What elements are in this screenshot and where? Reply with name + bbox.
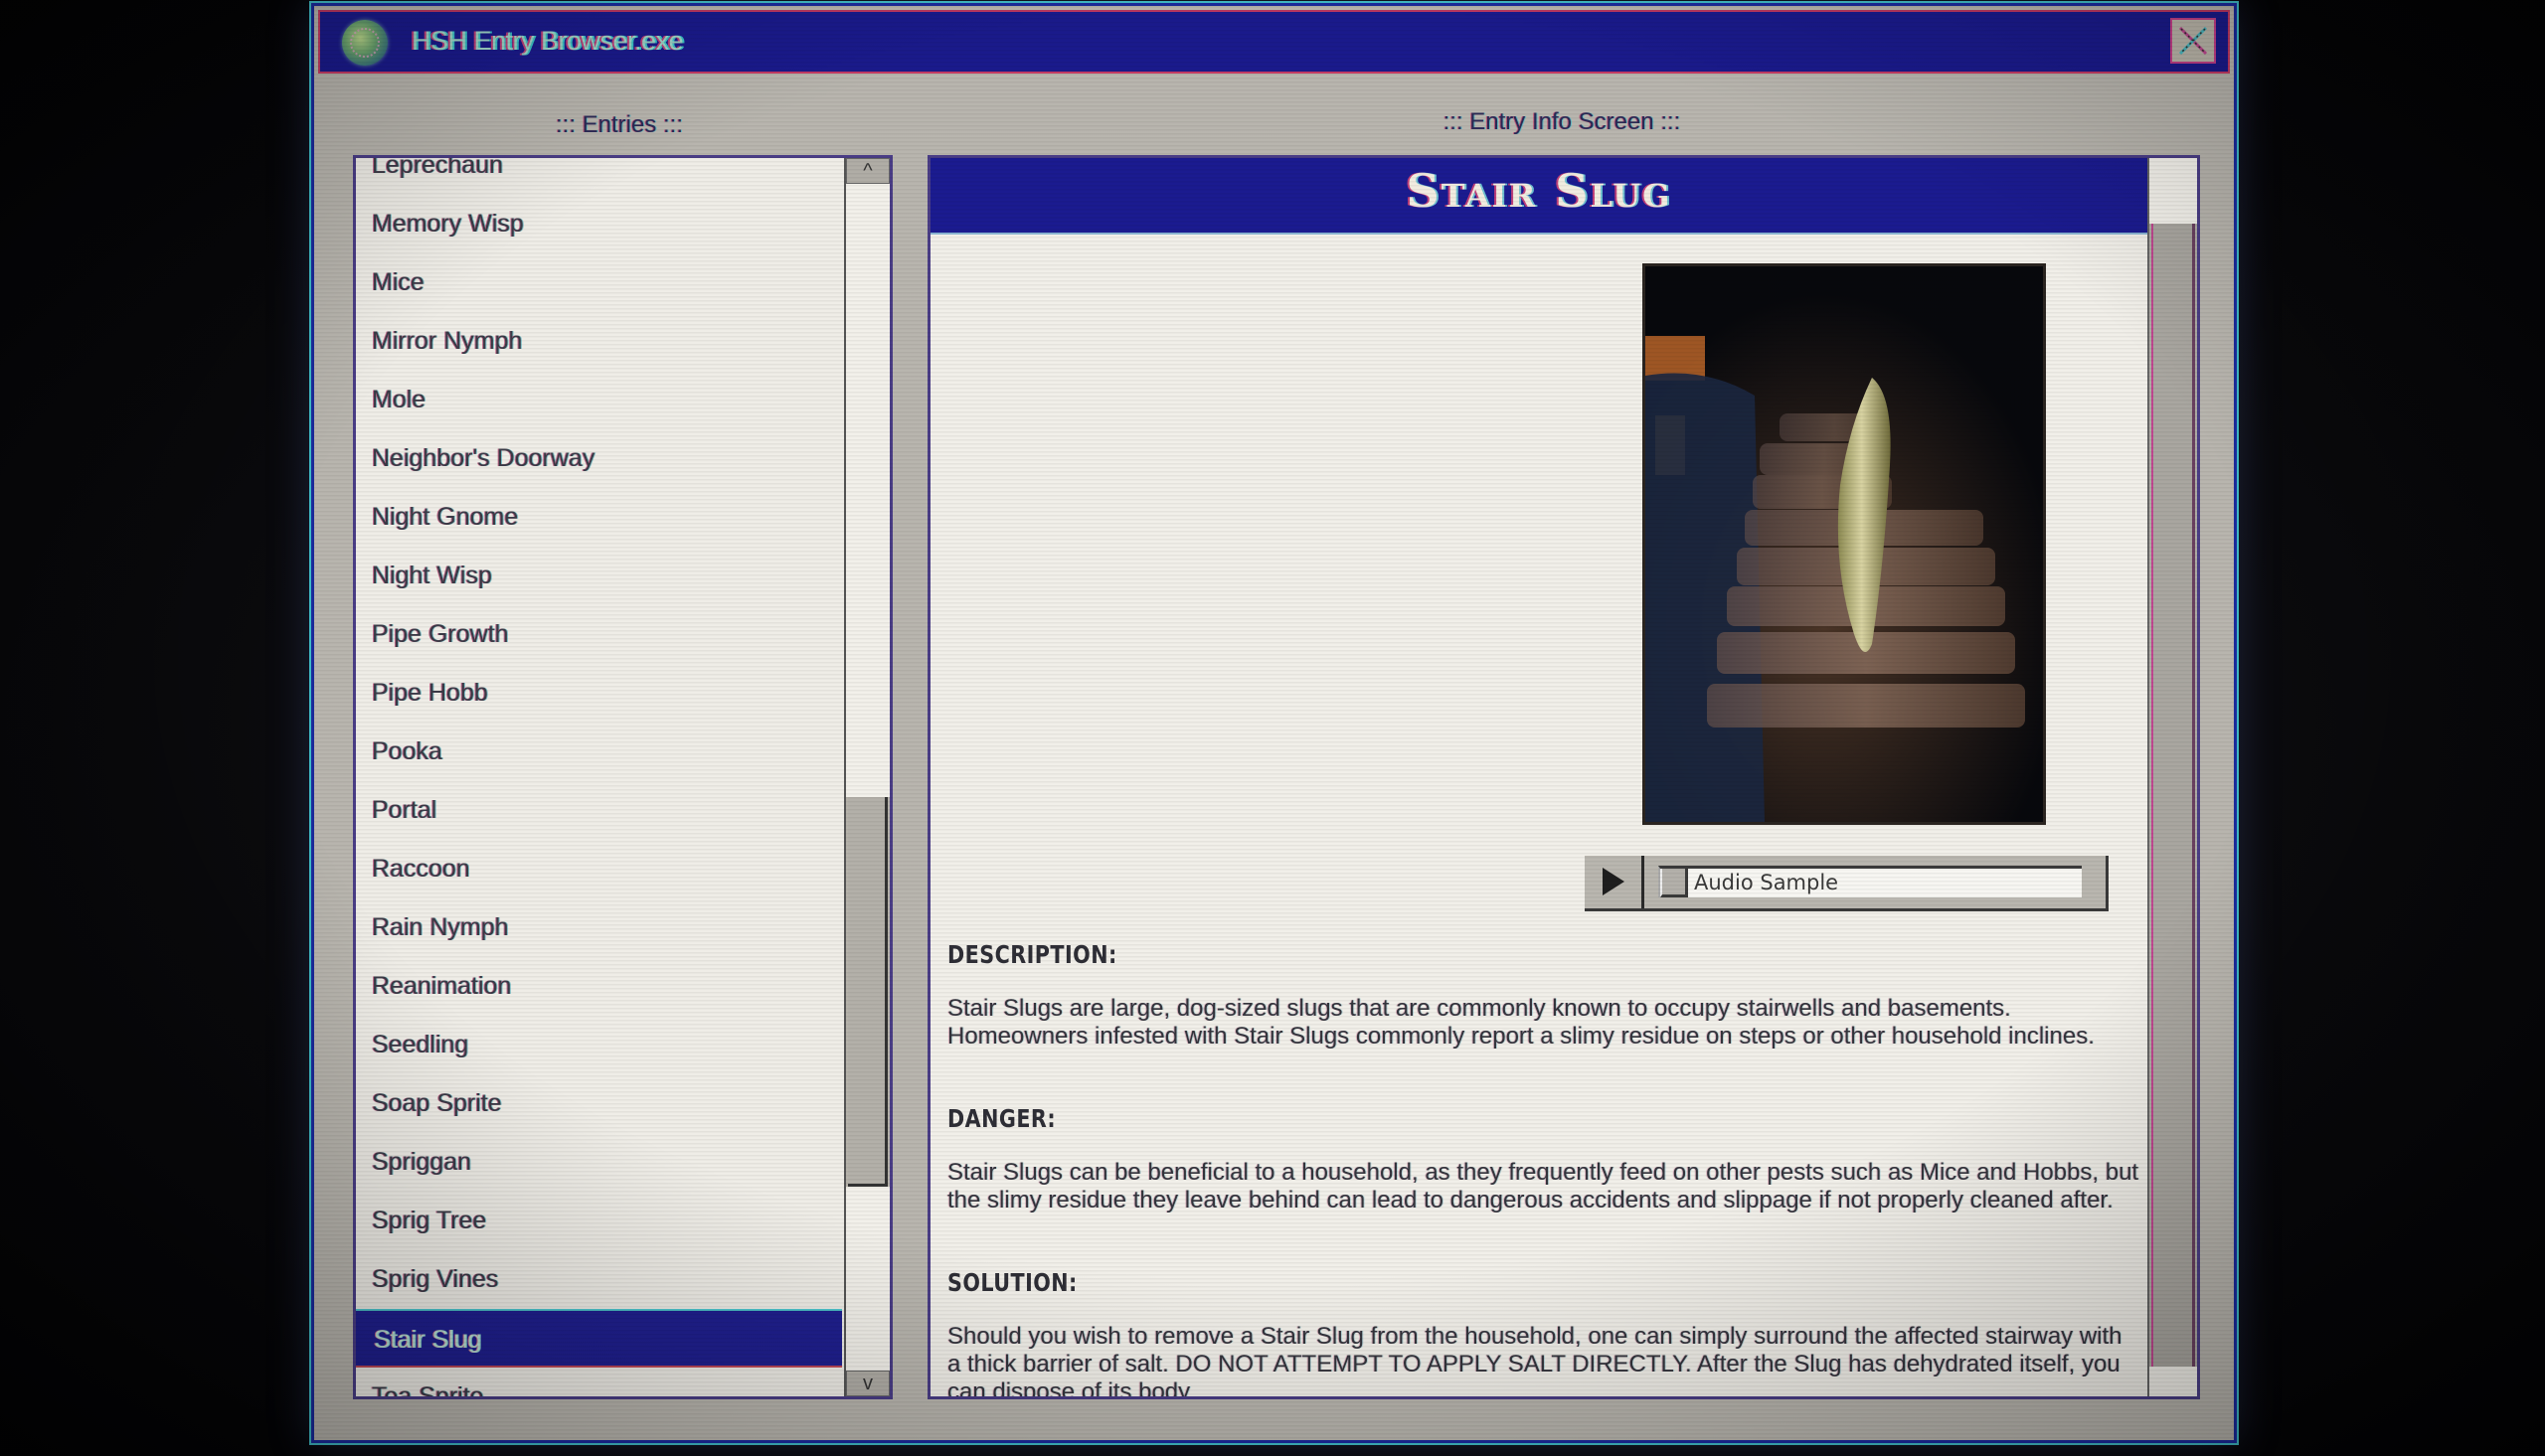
close-x-icon	[2178, 26, 2208, 56]
title-bar[interactable]: HSH Entry Browser.exe	[318, 10, 2230, 74]
info-scroll-thumb[interactable]	[2151, 224, 2195, 1367]
list-item[interactable]: Rain Nymph	[356, 898, 842, 957]
chevron-up-icon: ^	[863, 160, 873, 182]
entries-list[interactable]: Leprechaun Memory Wisp Mice Mirror Nymph Mol…	[353, 155, 893, 1399]
entries-list-items: Leprechaun Memory Wisp Mice Mirror Nymph Mol…	[356, 158, 842, 1396]
list-item[interactable]: Seedling	[356, 1016, 842, 1074]
entry-title-bar: Stair Slug	[931, 158, 2147, 235]
info-scroll-up-area[interactable]	[2149, 158, 2197, 224]
list-item[interactable]: Sprig Tree	[356, 1192, 842, 1250]
description-heading: DESCRIPTION:	[947, 940, 1117, 969]
scroll-track-lower[interactable]	[846, 1187, 890, 1375]
list-item[interactable]: Pooka	[356, 723, 842, 781]
info-scroll-down-area[interactable]	[2149, 1367, 2197, 1396]
entries-scrollbar[interactable]: ^ v	[844, 158, 890, 1396]
entries-label: ::: Entries :::	[555, 111, 684, 138]
list-item[interactable]: Tea Sprite	[356, 1368, 842, 1396]
chevron-down-icon: v	[863, 1373, 873, 1394]
creature-image	[1642, 263, 2046, 825]
solution-heading: SOLUTION:	[947, 1268, 1078, 1297]
list-item[interactable]: Soap Sprite	[356, 1074, 842, 1133]
list-item[interactable]: Sprig Vines	[356, 1250, 842, 1309]
close-button[interactable]	[2170, 18, 2216, 64]
list-item[interactable]: Portal	[356, 781, 842, 840]
audio-slider-knob[interactable]	[1660, 869, 1688, 897]
solution-body: Should you wish to remove a Stair Slug f…	[947, 1323, 2122, 1399]
danger-heading: DANGER:	[947, 1104, 1057, 1133]
entry-info-label: ::: Entry Info Screen :::	[1442, 108, 1681, 135]
play-button[interactable]	[1585, 856, 1644, 908]
brain-globe-icon	[342, 20, 388, 66]
list-item[interactable]: Pipe Hobb	[356, 664, 842, 723]
stair-slug-photo	[1645, 266, 2043, 822]
scroll-track-upper[interactable]	[846, 184, 890, 797]
list-item-selected[interactable]: Stair Slug	[356, 1309, 842, 1368]
entries-scroll-thumb[interactable]	[848, 797, 888, 1187]
window-title: HSH Entry Browser.exe	[412, 26, 684, 56]
list-item[interactable]: Leprechaun	[356, 158, 842, 195]
scroll-up-button[interactable]: ^	[846, 158, 890, 184]
app-window: HSH Entry Browser.exe ::: Entries ::: ::…	[311, 3, 2237, 1443]
list-item[interactable]: Spriggan	[356, 1133, 842, 1192]
list-item[interactable]: Mice	[356, 253, 842, 312]
audio-player: Audio Sample	[1585, 856, 2109, 911]
audio-progress-slider[interactable]: Audio Sample	[1658, 866, 2082, 897]
list-item[interactable]: Pipe Growth	[356, 605, 842, 664]
list-item[interactable]: Night Gnome	[356, 488, 842, 547]
play-icon	[1603, 868, 1624, 895]
entry-info-panel: Stair Slug Audio Sample DESCRIPTION: Sta…	[928, 155, 2200, 1399]
list-item[interactable]: Reanimation	[356, 957, 842, 1016]
description-body: Stair Slugs are large, dog-sized slugs t…	[947, 995, 2095, 1050]
list-item[interactable]: Neighbor's Doorway	[356, 429, 842, 488]
danger-body: Stair Slugs can be beneficial to a house…	[947, 1159, 2139, 1213]
audio-label: Audio Sample	[1694, 871, 1839, 894]
list-item[interactable]: Mirror Nymph	[356, 312, 842, 371]
list-item[interactable]: Mole	[356, 371, 842, 429]
list-item[interactable]: Memory Wisp	[356, 195, 842, 253]
entry-title: Stair Slug	[1406, 164, 1672, 218]
info-scrollbar[interactable]	[2147, 158, 2197, 1396]
scroll-down-button[interactable]: v	[846, 1371, 890, 1396]
list-item[interactable]: Raccoon	[356, 840, 842, 898]
list-item[interactable]: Night Wisp	[356, 547, 842, 605]
